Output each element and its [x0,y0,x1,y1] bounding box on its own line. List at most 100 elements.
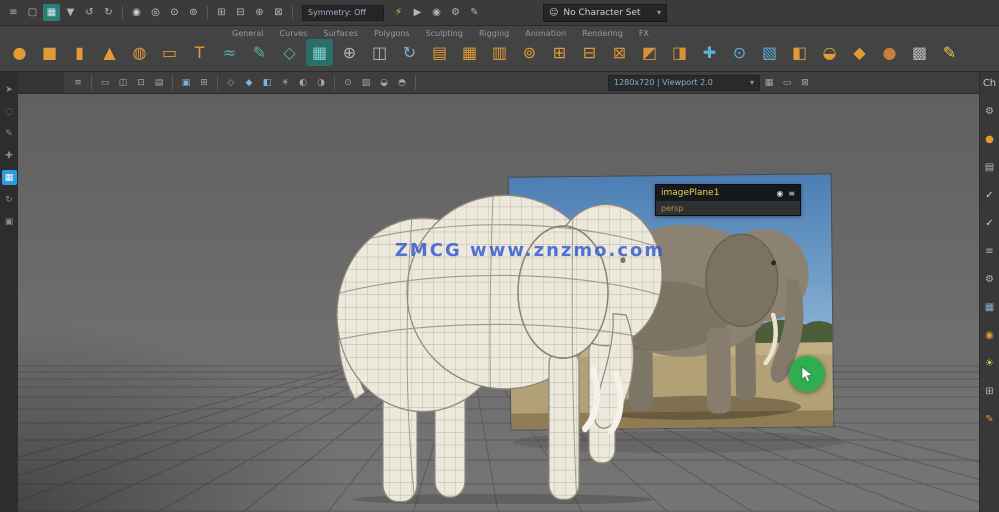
shelf-tab-curves[interactable]: Curves [280,29,308,38]
wireframe-mode-icon[interactable]: ◇ [223,75,239,90]
plane-primitive-icon[interactable]: ▭ [156,39,183,66]
shelf-tab-rigging[interactable]: Rigging [479,29,509,38]
text-tool-icon[interactable]: T [186,39,213,66]
extrude-icon[interactable]: ⊠ [606,39,633,66]
settings-gear-icon[interactable]: ⚙ [985,273,994,286]
mirror-icon[interactable]: ◧ [786,39,813,66]
visibility-check-icon[interactable]: ✓ [985,189,993,202]
exposure-icon[interactable]: ◒ [376,75,392,90]
ambient-occlusion-icon[interactable]: ◑ [313,75,329,90]
shelf-tab-polygons[interactable]: Polygons [374,29,410,38]
magnet-icon[interactable]: ⊕ [336,39,363,66]
snap-point-icon[interactable]: ⊕ [251,4,268,21]
grid-icon[interactable]: ▦ [456,39,483,66]
single-pane-layout[interactable]: ▦ [1,170,17,185]
xray-icon[interactable]: ▨ [358,75,374,90]
viewport-renderer-dropdown[interactable]: 1280x720 | Viewport 2.0 ▾ [608,74,760,91]
paint-tool-icon[interactable]: ✎ [985,413,993,426]
shader-ball-icon[interactable]: ◉ [985,329,994,342]
curve-tool-icon[interactable]: ≈ [216,39,243,66]
snap-grid-icon[interactable]: ⊞ [213,4,230,21]
boolean-union-icon[interactable]: ⊚ [516,39,543,66]
use-lights-icon[interactable]: ☀ [277,75,293,90]
image-plane-icon[interactable]: ▣ [178,75,194,90]
orbit-icon[interactable]: ↻ [396,39,423,66]
lattice-icon[interactable]: ▩ [906,39,933,66]
redo-icon[interactable]: ↻ [100,4,117,21]
textured-mode-icon[interactable]: ◧ [259,75,275,90]
shelf-tab-fx[interactable]: FX [639,29,649,38]
cursor-highlight-button[interactable] [789,356,825,392]
texture-icon[interactable]: ▦ [985,301,994,314]
scale-tool[interactable]: ▣ [2,214,17,229]
snap-curve-icon[interactable]: ⊟ [232,4,249,21]
attribute-list-icon[interactable]: ≡ [985,245,993,258]
render-settings-icon[interactable]: ⚙ [447,4,464,21]
rotate-tool[interactable]: ↻ [2,192,17,207]
shaded-mode-icon[interactable]: ◆ [241,75,257,90]
crease-icon[interactable]: ◆ [846,39,873,66]
panel-menu-icon[interactable]: ≡ [70,75,86,90]
target-weld-icon[interactable]: ⊙ [726,39,753,66]
save-scene-icon[interactable]: ▼ [62,4,79,21]
shelf-tab-surfaces[interactable]: Surfaces [323,29,358,38]
shelf-tab-sculpting[interactable]: Sculpting [426,29,463,38]
film-gate-icon[interactable]: ▭ [779,75,795,90]
select-object-icon[interactable]: ◎ [147,4,164,21]
uv-editor-icon[interactable]: ⊞ [985,385,993,398]
paint-effects-icon[interactable]: ✎ [466,4,483,21]
selection-field[interactable]: Symmetry: Off [302,4,384,21]
undo-icon[interactable]: ↺ [81,4,98,21]
channel-box-tab[interactable]: Ch [983,77,996,90]
hud-record-icon[interactable]: ◉ [776,189,783,198]
gamma-icon[interactable]: ◓ [394,75,410,90]
bridge-icon[interactable]: ◨ [666,39,693,66]
modeling-toolkit-icon[interactable]: ⚙ [985,105,994,118]
light-icon[interactable]: ☀ [985,357,994,370]
render-icon[interactable]: ▶ [409,4,426,21]
camera-attributes-icon[interactable]: ⊡ [133,75,149,90]
quad-draw-icon[interactable]: ▧ [756,39,783,66]
paint-weights-icon[interactable]: ✎ [936,39,963,66]
select-hierarchy-icon[interactable]: ◉ [128,4,145,21]
sphere-primitive-icon[interactable]: ● [6,39,33,66]
bevel-icon[interactable]: ◩ [636,39,663,66]
pencil-curve-icon[interactable]: ✎ [246,39,273,66]
bookmark-icon[interactable]: ▤ [151,75,167,90]
open-scene-icon[interactable]: ▦ [43,4,60,21]
viewport[interactable]: ZMCG www.znzmo.com imagePlane1 ◉ ≡ persp [18,94,979,512]
panel-window-icon[interactable]: ▦ [306,39,333,66]
snap-plane-icon[interactable]: ⊠ [270,4,287,21]
playback-check-icon[interactable]: ✓ [985,217,993,230]
ipr-render-icon[interactable]: ◉ [428,4,445,21]
wireframe-elephant-model[interactable] [323,144,685,504]
shelf-tab-general[interactable]: General [232,29,264,38]
construction-history-icon[interactable]: ⚡ [390,4,407,21]
grid-toggle-icon[interactable]: ▦ [761,75,777,90]
camera-lock-icon[interactable]: ◫ [115,75,131,90]
outliner-icon[interactable]: ▤ [985,161,994,174]
ep-curve-icon[interactable]: ◇ [276,39,303,66]
isolate-select-icon[interactable]: ⊙ [340,75,356,90]
cylinder-primitive-icon[interactable]: ▮ [66,39,93,66]
hud-options-icon[interactable]: ≡ [788,189,795,198]
smooth-mesh-icon[interactable]: ◒ [816,39,843,66]
material-sphere-icon[interactable]: ● [985,133,994,146]
camera-select-icon[interactable]: ▭ [97,75,113,90]
pan-zoom-icon[interactable]: ⊞ [196,75,212,90]
shelf-tab-animation[interactable]: Animation [525,29,566,38]
select-component-icon[interactable]: ⊙ [166,4,183,21]
select-mask-icon[interactable]: ⊚ [185,4,202,21]
torus-primitive-icon[interactable]: ◍ [126,39,153,66]
cone-primitive-icon[interactable]: ▲ [96,39,123,66]
shelf-tab-rendering[interactable]: Rendering [582,29,623,38]
resolution-gate-icon[interactable]: ⊠ [797,75,813,90]
new-scene-icon[interactable]: ▢ [24,4,41,21]
select-tool[interactable]: ➤ [2,82,17,97]
character-set-dropdown[interactable]: ☺ No Character Set ▾ [543,3,667,22]
separate-icon[interactable]: ⊟ [576,39,603,66]
combine-icon[interactable]: ⊞ [546,39,573,66]
camera-icon[interactable]: ◫ [366,39,393,66]
sculpt-tool-icon[interactable]: ● [876,39,903,66]
shadows-icon[interactable]: ◐ [295,75,311,90]
